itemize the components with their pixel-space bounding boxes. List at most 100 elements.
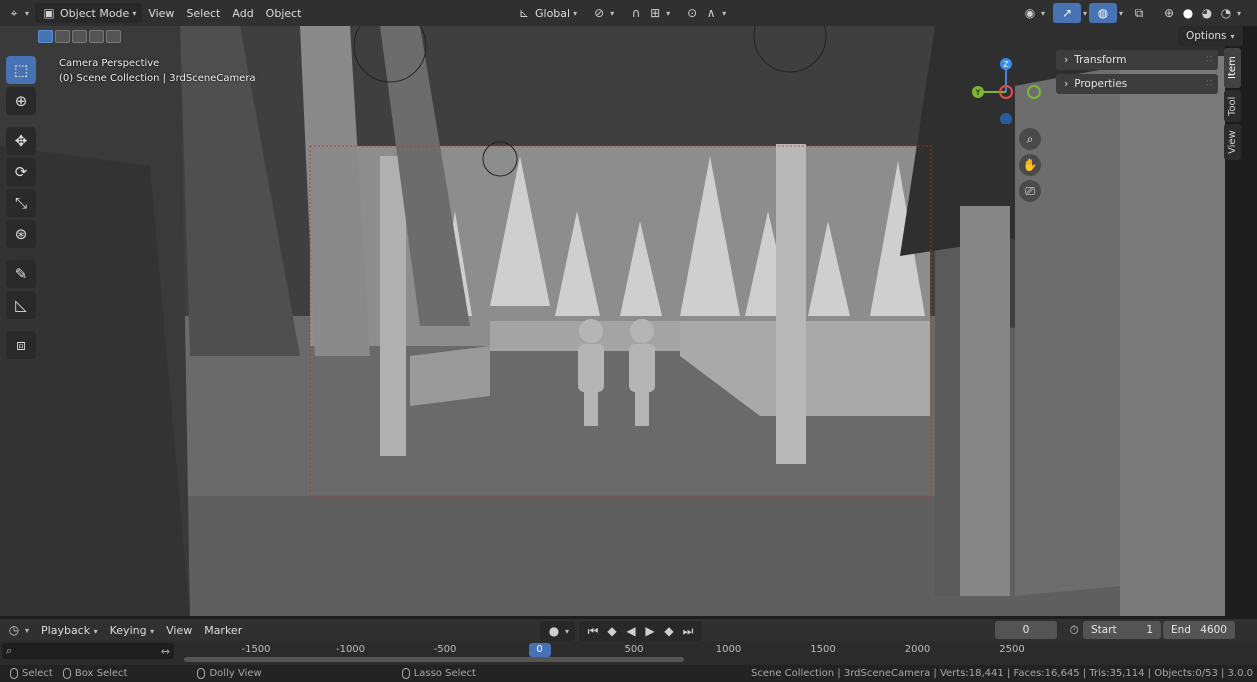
properties-panel-header[interactable]: › Properties ∷ [1056, 74, 1218, 94]
ruler-tick-label: 1500 [810, 644, 836, 655]
tab-view[interactable]: View [1224, 124, 1241, 160]
start-value: 1 [1146, 624, 1153, 636]
select-box-icon[interactable]: ⬚ [6, 56, 36, 84]
chevron-right-icon: › [1064, 54, 1069, 66]
rendered-shading-icon[interactable]: ◔ [1218, 5, 1234, 21]
move-icon[interactable]: ✥ [6, 127, 36, 155]
ruler-tick-label: -500 [433, 644, 457, 655]
current-frame-field[interactable]: 0 [995, 621, 1057, 639]
menu-add[interactable]: Add [226, 7, 259, 20]
transform-panel-label: Transform [1074, 54, 1127, 66]
sidebar-tabs: Item Tool View [1224, 48, 1241, 160]
xray-toggle[interactable]: ⧉ [1125, 3, 1153, 23]
shading-modes[interactable]: ⊕ ● ◕ ◔ ▾ [1155, 3, 1247, 23]
mouse-drag-icon [62, 668, 71, 679]
visibility-select[interactable]: ◉ ▾ [1016, 3, 1051, 23]
menu-select[interactable]: Select [180, 7, 226, 20]
3d-viewport[interactable]: Camera Perspective (0) Scene Collection … [0, 26, 1225, 616]
select-new-icon[interactable] [38, 30, 53, 43]
orientation-label: Global [535, 6, 571, 20]
transform-icon[interactable]: ⊛ [6, 220, 36, 248]
editor-type-icon: ⌖ [10, 5, 18, 20]
chevron-down-icon: ▾ [93, 626, 98, 636]
camera-view-icon[interactable]: ⎚ [1019, 180, 1041, 202]
chevron-down-icon: ▾ [565, 626, 570, 636]
cursor-icon[interactable]: ⊕ [6, 87, 36, 115]
ruler-tick-label: -1500 [241, 644, 271, 655]
select-difference-icon[interactable] [89, 30, 104, 43]
ruler-tick-label: 2500 [999, 644, 1025, 655]
select-subtract-icon[interactable] [72, 30, 87, 43]
menu-playback-label: Playback [41, 623, 91, 637]
tab-tool[interactable]: Tool [1224, 90, 1241, 122]
menu-marker[interactable]: Marker [198, 624, 248, 637]
swap-arrows-icon[interactable]: ↔ [161, 645, 170, 658]
status-box-select-label: Box Select [74, 668, 128, 679]
rotate-icon[interactable]: ⟳ [6, 158, 36, 186]
search-icon: ⌕ [6, 644, 13, 657]
select-intersect-icon[interactable] [106, 30, 121, 43]
current-frame-indicator[interactable]: 0 [528, 643, 551, 657]
orientation-icon: ⊾ [518, 6, 530, 20]
chevron-down-icon: ▾ [1041, 8, 1046, 18]
pivot-point-select[interactable]: ⊘ ▾ [585, 3, 620, 23]
add-cube-icon[interactable]: ⧈ [6, 331, 36, 359]
menu-view[interactable]: View [142, 7, 180, 20]
proportional-edit-toggle[interactable]: ⊙ ∧ ▾ [678, 3, 732, 23]
chevron-down-icon: ▾ [573, 8, 578, 18]
chevron-down-icon[interactable]: ▾ [1083, 9, 1087, 18]
timeline-search-input[interactable]: ⌕ ↔ [2, 643, 174, 659]
jump-start-icon[interactable]: ⏮ [585, 623, 601, 639]
next-keyframe-icon[interactable]: ◆ [661, 623, 677, 639]
status-lasso-label: Lasso Select [413, 668, 476, 679]
solid-shading-icon[interactable]: ● [1180, 5, 1196, 21]
tool-shelf: ⬚ ⊕ ✥ ⟳ ⤡ ⊛ ✎ ◺ ⧈ [6, 56, 40, 359]
chevron-down-icon[interactable]: ▾ [1119, 9, 1123, 18]
stopwatch-icon[interactable]: ⏱ [1066, 622, 1082, 638]
menu-playback[interactable]: Playback ▾ [35, 624, 104, 637]
drag-grip-icon[interactable]: ∷ [1206, 55, 1212, 65]
play-reverse-icon[interactable]: ◀ [623, 623, 639, 639]
status-select-label: Select [22, 668, 53, 679]
axis-gizmo[interactable]: Z Y [964, 54, 1044, 125]
snap-toggle[interactable]: ∩ ⊞ ▾ [622, 3, 676, 23]
record-icon: ● [548, 624, 560, 638]
chevron-down-icon: ▾ [610, 8, 615, 18]
end-frame-field[interactable]: End 4600 [1163, 621, 1235, 639]
material-shading-icon[interactable]: ◕ [1199, 5, 1215, 21]
neg-z-axis-handle[interactable] [1000, 113, 1012, 125]
select-extend-icon[interactable] [55, 30, 70, 43]
zoom-icon[interactable]: ⌕ [1019, 128, 1041, 150]
timeline-scrollbar[interactable] [184, 657, 684, 662]
navigation-gizmo[interactable]: Z Y ⌕ [964, 54, 1044, 164]
editor-type-button[interactable]: ⌖ ▾ [0, 3, 35, 23]
play-icon[interactable]: ▶ [642, 623, 658, 639]
options-dropdown[interactable]: Options ▾ [1178, 26, 1243, 46]
timeline-editor-type-button[interactable]: ◷ ▾ [0, 620, 35, 640]
overlays-toggle[interactable]: ◍ [1089, 3, 1118, 23]
timeline-header: ◷ ▾ Playback ▾ Keying ▾ View Marker ● ▾ ⏮ … [0, 619, 1257, 641]
transform-panel-header[interactable]: › Transform ∷ [1056, 50, 1218, 70]
select-mode-buttons [38, 30, 121, 43]
wireframe-shading-icon[interactable]: ⊕ [1161, 5, 1177, 21]
record-button[interactable]: ● ▾ [540, 621, 576, 641]
status-lasso-select: Lasso Select [401, 668, 476, 679]
timeline-area[interactable]: ⌕ ↔ -1500 -1000 -500 0 500 1000 1500 2000 2500 [0, 641, 1257, 665]
menu-timeline-view[interactable]: View [160, 624, 198, 637]
mode-select[interactable]: ▣ Object Mode ▾ [35, 3, 143, 23]
menu-keying[interactable]: Keying ▾ [104, 624, 160, 637]
annotate-icon[interactable]: ✎ [6, 260, 36, 288]
measure-icon[interactable]: ◺ [6, 291, 36, 319]
start-frame-field[interactable]: Start 1 [1083, 621, 1161, 639]
toolbar-divider [6, 118, 40, 124]
transform-orientation-select[interactable]: ⊾ Global ▾ [510, 3, 583, 23]
menu-object[interactable]: Object [260, 7, 308, 20]
scale-icon[interactable]: ⤡ [6, 189, 36, 217]
neg-y-axis-handle[interactable] [1027, 85, 1041, 99]
tab-item[interactable]: Item [1224, 48, 1241, 88]
gizmo-toggle[interactable]: ↗ [1053, 3, 1082, 23]
pan-hand-icon[interactable]: ✋ [1019, 154, 1041, 176]
jump-end-icon[interactable]: ⏭ [680, 623, 696, 639]
prev-keyframe-icon[interactable]: ◆ [604, 623, 620, 639]
drag-grip-icon[interactable]: ∷ [1206, 79, 1212, 89]
